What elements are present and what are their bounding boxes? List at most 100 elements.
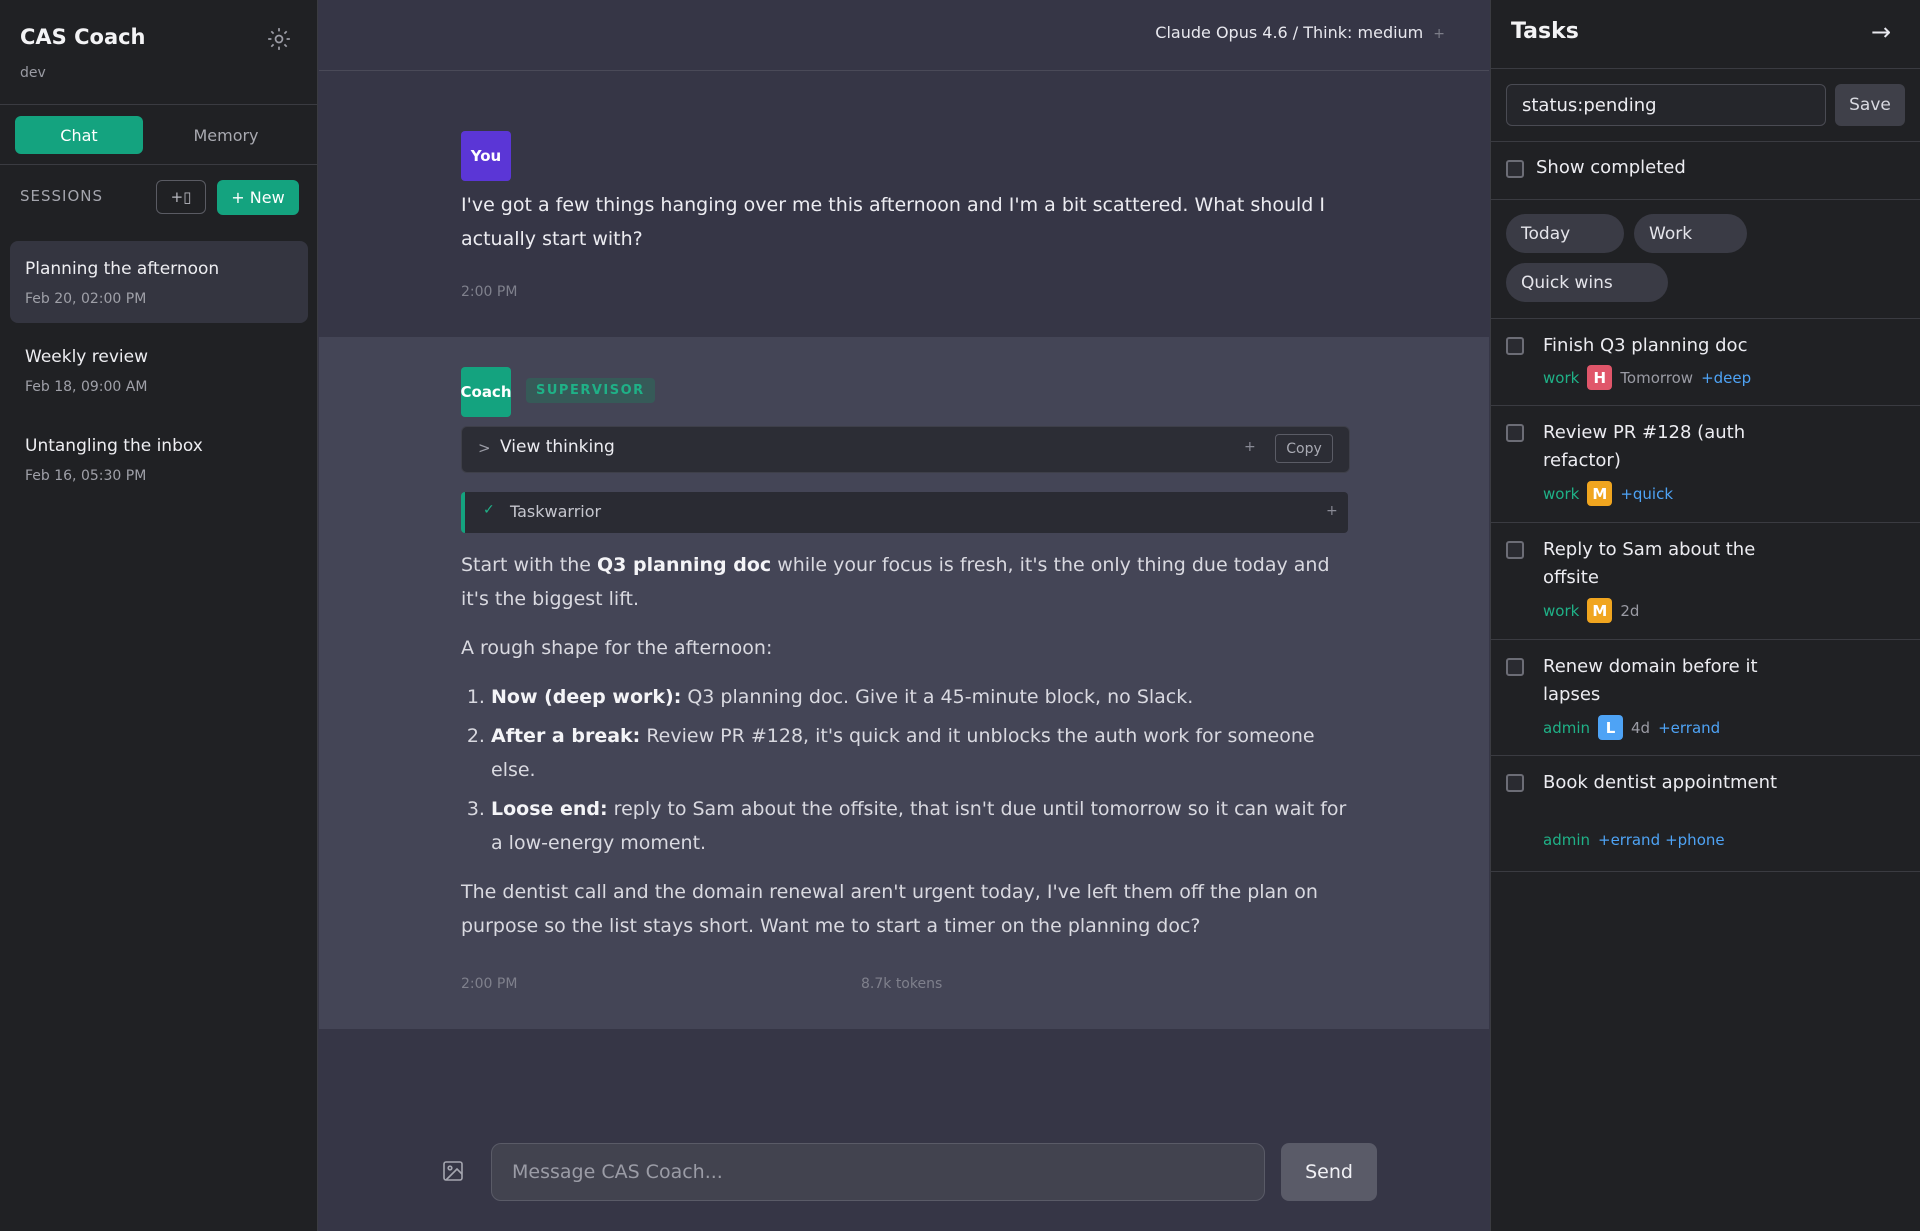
supervisor-badge: SUPERVISOR — [526, 378, 655, 403]
session-item[interactable]: Planning the afternoon Feb 20, 02:00 PM — [10, 241, 308, 323]
show-completed-label: Show completed — [1536, 157, 1686, 178]
task-checkbox[interactable] — [1506, 658, 1524, 676]
filter-row: Save — [1491, 69, 1920, 142]
list-item: After a break: Review PR #128, it's quic… — [491, 719, 1351, 787]
chip-quick-wins[interactable]: Quick wins — [1506, 263, 1668, 302]
session-title: Untangling the inbox — [25, 436, 203, 456]
session-date: Feb 16, 05:30 PM — [25, 468, 147, 484]
list-item: Now (deep work): Q3 planning doc. Give i… — [491, 680, 1351, 714]
copy-button[interactable]: Copy — [1275, 434, 1333, 463]
task-checkbox[interactable] — [1506, 774, 1524, 792]
app-title: CAS Coach — [20, 25, 146, 49]
task-row[interactable]: Review PR #128 (auth refactor) work M +q… — [1491, 406, 1920, 523]
task-filter-input[interactable] — [1506, 84, 1826, 126]
task-name: Book dentist appointment — [1543, 772, 1778, 793]
task-name: Review PR #128 (auth refactor) — [1543, 422, 1746, 471]
task-name: Reply to Sam about the offsite — [1543, 539, 1756, 588]
message-input[interactable] — [491, 1143, 1265, 1201]
plan-list: Now (deep work): Q3 planning doc. Give i… — [461, 680, 1351, 860]
task-project: admin — [1543, 831, 1590, 849]
task-meta: work M 2d — [1543, 598, 1639, 623]
token-count: 8.7k tokens — [861, 976, 943, 992]
app-env: dev — [20, 65, 46, 81]
session-item[interactable]: Untangling the inbox Feb 16, 05:30 PM — [10, 418, 308, 500]
task-due: Tomorrow — [1620, 368, 1694, 387]
user-message-text: I've got a few things hanging over me th… — [461, 194, 1325, 250]
task-meta: admin +errand +phone — [1543, 831, 1725, 849]
task-project: work — [1543, 484, 1580, 503]
new-session-button[interactable]: + New — [217, 180, 299, 215]
coach-paragraph: Start with the Q3 planning doc while you… — [461, 554, 1330, 610]
task-project: work — [1543, 368, 1580, 387]
priority-badge: H — [1587, 365, 1613, 390]
sessions-label: SESSIONS — [20, 187, 104, 205]
task-meta: work M +quick — [1543, 481, 1673, 506]
plus-icon: + — [1244, 439, 1256, 455]
task-checkbox[interactable] — [1506, 541, 1524, 559]
view-thinking-label: View thinking — [500, 437, 615, 457]
user-avatar: You — [461, 131, 511, 181]
check-icon: ✓ — [483, 502, 495, 518]
tool-name: Taskwarrior — [510, 502, 602, 521]
sidebar: CAS Coach dev Chat Memory SESSIONS +▯ + … — [0, 0, 318, 1231]
tasks-title: Tasks — [1511, 19, 1579, 44]
gear-icon[interactable] — [266, 26, 292, 52]
session-title: Planning the afternoon — [25, 259, 220, 279]
priority-badge: M — [1587, 481, 1613, 506]
tasks-header: Tasks → — [1491, 0, 1920, 69]
message-time: 2:00 PM — [461, 284, 518, 300]
task-project: work — [1543, 601, 1580, 620]
chip-today[interactable]: Today — [1506, 214, 1624, 253]
task-checkbox[interactable] — [1506, 424, 1524, 442]
plus-icon: + — [1433, 26, 1445, 42]
priority-badge: L — [1598, 715, 1623, 740]
tab-memory[interactable]: Memory — [162, 116, 290, 154]
session-date: Feb 18, 09:00 AM — [25, 379, 148, 395]
tool-call-taskwarrior[interactable]: ✓ Taskwarrior + — [461, 492, 1348, 533]
collapse-sessions-button[interactable]: +▯ — [156, 180, 206, 214]
task-project: admin — [1543, 718, 1590, 737]
tab-chat[interactable]: Chat — [15, 116, 143, 154]
task-due: 4d — [1631, 718, 1651, 737]
tasks-panel: Tasks → Save Show completed Today Work Q… — [1490, 0, 1920, 1231]
task-name: Finish Q3 planning doc — [1543, 335, 1748, 356]
send-button[interactable]: Send — [1281, 1143, 1377, 1201]
task-tag: +errand — [1658, 718, 1721, 737]
task-meta: admin L 4d +errand — [1543, 715, 1720, 740]
session-item[interactable]: Weekly review Feb 18, 09:00 AM — [10, 329, 308, 411]
task-name: Renew domain before it lapses — [1543, 656, 1758, 705]
image-icon[interactable] — [441, 1159, 465, 1183]
model-label: Claude Opus 4.6 / Think: medium — [1155, 23, 1424, 42]
message-time: 2:00 PM — [461, 976, 518, 992]
task-tag: +errand — [1598, 831, 1661, 849]
task-checkbox[interactable] — [1506, 337, 1524, 355]
task-row[interactable]: Reply to Sam about the offsite work M 2d — [1491, 523, 1920, 640]
user-message: You I've got a few things hanging over m… — [319, 71, 1489, 336]
session-title: Weekly review — [25, 347, 148, 367]
task-row[interactable]: Renew domain before it lapses admin L 4d… — [1491, 640, 1920, 756]
view-thinking-toggle[interactable]: > View thinking + Copy — [461, 426, 1350, 473]
chip-work[interactable]: Work — [1634, 214, 1747, 253]
save-filter-button[interactable]: Save — [1835, 84, 1905, 126]
arrow-right-icon[interactable]: → — [1871, 18, 1891, 46]
task-row[interactable]: Book dentist appointment admin +errand +… — [1491, 756, 1920, 872]
task-row[interactable]: Finish Q3 planning doc work H Tomorrow +… — [1491, 319, 1920, 406]
task-tag: +phone — [1665, 831, 1725, 849]
show-completed-checkbox[interactable] — [1506, 160, 1524, 178]
plus-icon: + — [1326, 503, 1338, 519]
filter-chips: Today Work Quick wins — [1491, 200, 1920, 319]
chat-topbar: Claude Opus 4.6 / Think: medium + — [319, 0, 1489, 71]
task-tag: +quick — [1620, 484, 1674, 503]
app-header: CAS Coach dev — [0, 0, 318, 105]
coach-paragraph: A rough shape for the afternoon: — [461, 637, 773, 659]
chevron-right-icon: > — [478, 439, 491, 457]
priority-badge: M — [1587, 598, 1613, 623]
model-selector[interactable]: Claude Opus 4.6 / Think: medium + — [1155, 23, 1445, 42]
task-due: 2d — [1620, 601, 1640, 620]
task-tag: +deep — [1701, 368, 1752, 387]
session-date: Feb 20, 02:00 PM — [25, 291, 147, 307]
list-item: Loose end: reply to Sam about the offsit… — [491, 792, 1351, 860]
coach-message: Coach SUPERVISOR > View thinking + Copy … — [319, 337, 1489, 1029]
chat-main: Claude Opus 4.6 / Think: medium + You I'v… — [319, 0, 1489, 1231]
show-completed-row: Show completed — [1491, 142, 1920, 200]
